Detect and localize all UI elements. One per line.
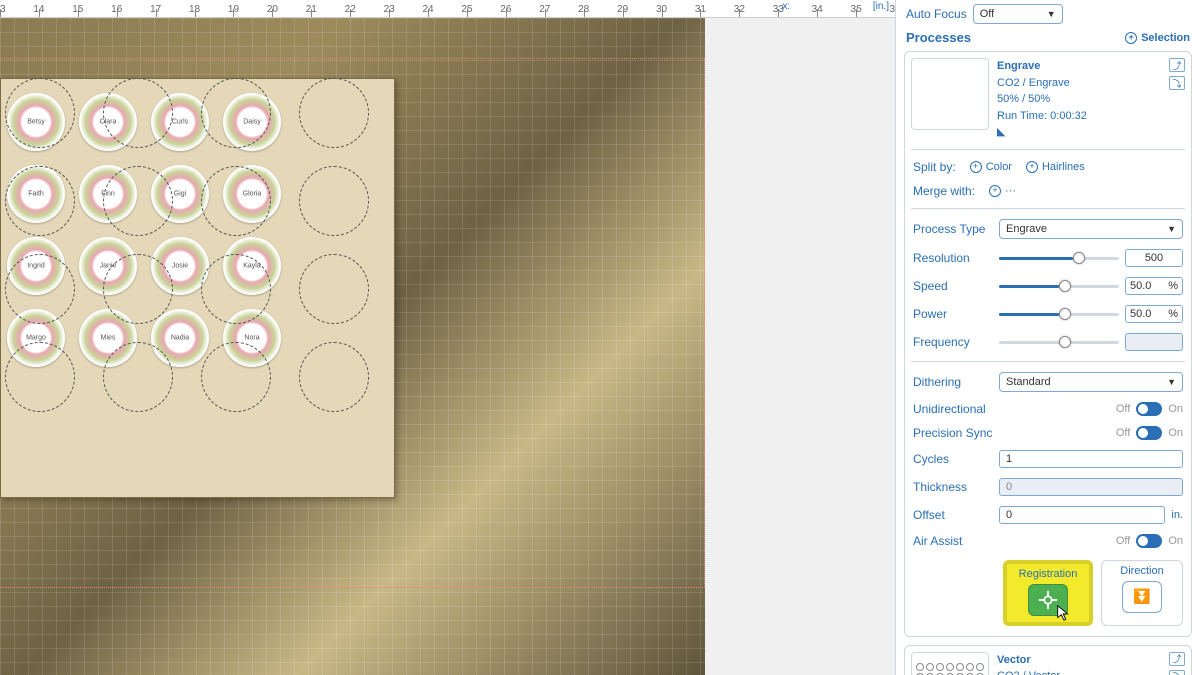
cut-outline [103, 166, 173, 236]
direction-box[interactable]: Direction ⏬ [1101, 560, 1183, 626]
offset-unit: in. [1171, 509, 1183, 521]
horizontal-ruler: 1314151617181920212223242526272829303132… [0, 0, 895, 18]
merge-with-label: Merge with: [913, 184, 975, 198]
air-off-text: Off [1116, 535, 1130, 547]
registration-box[interactable]: Registration [1003, 560, 1093, 626]
direction-button[interactable]: ⏬ [1122, 581, 1162, 613]
auto-focus-label: Auto Focus [906, 7, 967, 21]
cut-outline [201, 342, 271, 412]
add-selection-link[interactable]: + Selection [1125, 32, 1190, 44]
power-slider[interactable] [999, 307, 1119, 321]
air-assist-label: Air Assist [913, 534, 993, 548]
offset-input[interactable]: 0 [999, 506, 1165, 524]
cut-outline [103, 78, 173, 148]
vector-thumbnail [911, 652, 989, 675]
auto-focus-select[interactable]: Off▼ [973, 4, 1063, 24]
cut-outline [201, 78, 271, 148]
process-type-select[interactable]: Engrave▼ [999, 219, 1183, 239]
unidirectional-label: Unidirectional [913, 402, 993, 416]
split-hairlines-button[interactable]: +Hairlines [1026, 161, 1085, 173]
power-value[interactable]: 50.0% [1125, 305, 1183, 323]
resolution-label: Resolution [913, 251, 993, 265]
cycles-input[interactable]: 1 [999, 450, 1183, 468]
cut-outline [5, 166, 75, 236]
split-by-label: Split by: [913, 160, 956, 174]
frequency-slider[interactable] [999, 335, 1119, 349]
double-down-icon: ⏬ [1133, 588, 1150, 605]
camera-preview[interactable]: BetsyClaraCurlsDaisyFaithFinnGigiGloriaI… [0, 18, 705, 675]
cut-outline [299, 166, 369, 236]
air-on-text: On [1168, 535, 1183, 547]
process-type-label: Process Type [913, 222, 993, 236]
cut-outline [5, 254, 75, 324]
export-icon[interactable]: ⤴ [1169, 652, 1185, 666]
power-label: Power [913, 307, 993, 321]
air-assist-toggle[interactable] [1136, 534, 1162, 548]
precision-toggle[interactable] [1136, 426, 1162, 440]
resolution-value[interactable]: 500 [1125, 249, 1183, 267]
thickness-input: 0 [999, 478, 1183, 496]
cursor-x-readout: x: [in.] [782, 1, 889, 12]
speed-value[interactable]: 50.0% [1125, 277, 1183, 295]
thickness-label: Thickness [913, 480, 993, 494]
frequency-value [1125, 333, 1183, 351]
cut-outline [103, 254, 173, 324]
cut-outline [5, 78, 75, 148]
cut-outline [299, 78, 369, 148]
unidirectional-toggle[interactable] [1136, 402, 1162, 416]
cut-outline [299, 254, 369, 324]
prec-on-text: On [1168, 427, 1183, 439]
vector-meta: Vector CO2 / Vector 50% / 50% / 50% Run … [997, 652, 1161, 675]
speed-label: Speed [913, 279, 993, 293]
cut-outline [299, 342, 369, 412]
cut-outline [201, 166, 271, 236]
merge-options-button[interactable]: +··· [989, 185, 1016, 197]
cut-outline [103, 342, 173, 412]
speed-slider[interactable] [999, 279, 1119, 293]
export-icon[interactable]: ⤴ [1169, 58, 1185, 72]
canvas-area[interactable]: 1314151617181920212223242526272829303132… [0, 0, 895, 675]
cycles-label: Cycles [913, 452, 993, 466]
resolution-slider[interactable] [999, 251, 1119, 265]
unidir-off-text: Off [1116, 403, 1130, 415]
frequency-label: Frequency [913, 335, 993, 349]
import-icon[interactable]: ⤵ [1169, 670, 1185, 675]
cut-outline [201, 254, 271, 324]
mouse-cursor-icon [1055, 604, 1073, 622]
unidir-on-text: On [1168, 403, 1183, 415]
process-card-engrave[interactable]: Engrave CO2 / Engrave 50% / 50% Run Time… [904, 51, 1192, 637]
process-card-vector[interactable]: Vector CO2 / Vector 50% / 50% / 50% Run … [904, 645, 1192, 675]
precision-label: Precision Sync [913, 426, 993, 440]
processes-heading: Processes [906, 30, 971, 45]
offset-label: Offset [913, 508, 993, 522]
engrave-meta: Engrave CO2 / Engrave 50% / 50% Run Time… [997, 58, 1161, 141]
properties-panel: Auto Focus Off▼ Processes + Selection En… [895, 0, 1200, 675]
split-color-button[interactable]: +Color [970, 161, 1012, 173]
prec-off-text: Off [1116, 427, 1130, 439]
cut-outline [5, 342, 75, 412]
dithering-label: Dithering [913, 375, 993, 389]
dithering-select[interactable]: Standard▼ [999, 372, 1183, 392]
import-icon[interactable]: ⤵ [1169, 76, 1185, 90]
engrave-thumbnail [911, 58, 989, 130]
plus-icon: + [1125, 32, 1137, 44]
